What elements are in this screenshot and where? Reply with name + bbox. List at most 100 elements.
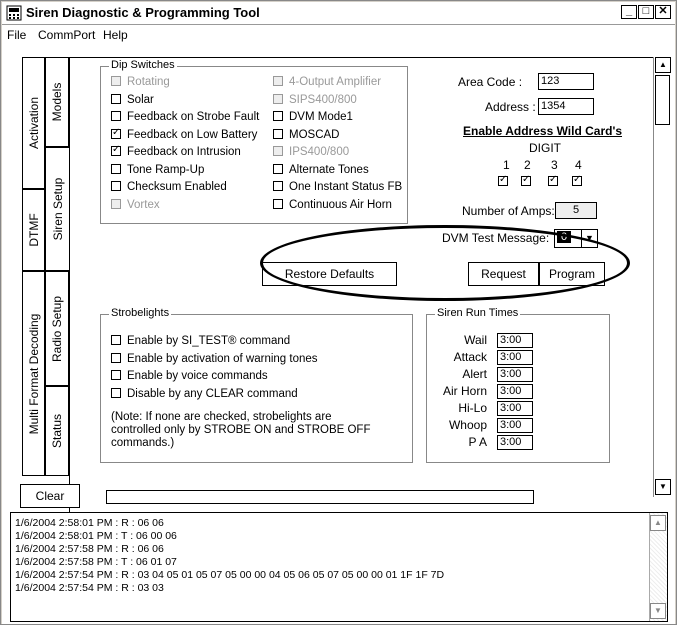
digit-4-label: 4 [575, 158, 582, 172]
dip-col2-checkbox-3[interactable]: MOSCAD [273, 128, 340, 141]
menu-help[interactable]: Help [103, 28, 128, 42]
area-code-label: Area Code : [458, 75, 523, 89]
clear-button[interactable]: Clear [20, 484, 80, 508]
dip-col1-checkbox-3[interactable]: Feedback on Low Battery [111, 127, 258, 141]
scroll-thumb[interactable] [655, 75, 670, 125]
dip-col2-checkbox-3-label: MOSCAD [289, 128, 340, 141]
dip-col2-checkbox-6[interactable]: One Instant Status FB [273, 181, 402, 193]
dip-col1-checkbox-7[interactable]: Vortex [111, 198, 160, 211]
runtime-label-4: Hi-Lo [458, 401, 487, 415]
dip-col2-checkbox-6-label: One Instant Status FB [289, 181, 403, 193]
dip-col2-checkbox-5[interactable]: Alternate Tones [273, 163, 369, 176]
dip-col1-checkbox-6-label: Checksum Enabled [127, 181, 227, 193]
dip-col2-checkbox-4[interactable]: IPS400/800 [273, 146, 349, 158]
program-button[interactable]: Program [539, 262, 605, 286]
chevron-down-icon[interactable]: ▼ [581, 230, 597, 247]
area-code-input[interactable]: 123 [538, 73, 594, 90]
strobe-checkbox-3-box [111, 387, 121, 398]
panel-scrollbar[interactable]: ▲ ▼ [653, 57, 671, 497]
dip-col1-checkbox-6[interactable]: Checksum Enabled [111, 181, 227, 193]
strobe-checkbox-2-box [111, 370, 121, 380]
log-line: 1/6/2004 2:57:54 PM : R : 03 04 05 01 05… [15, 569, 445, 581]
tab-radio-setup[interactable]: Radio Setup [45, 271, 69, 386]
dip-col1-checkbox-4-label: Feedback on Intrusion [127, 146, 241, 158]
dip-col2-checkbox-2-label: DVM Mode1 [289, 111, 353, 123]
digit-1-label: 1 [503, 158, 510, 172]
runtime-label-3: Air Horn [442, 384, 487, 398]
digit-2-label: 2 [524, 158, 531, 172]
menu-file[interactable]: File [7, 28, 26, 42]
log-scrollbar[interactable]: ▲ ▼ [649, 513, 667, 621]
tab-status[interactable]: Status [45, 386, 69, 476]
dip-switches-group: Dip Switches Rotating Solar Feedback on St… [100, 59, 408, 224]
runtime-input-2[interactable]: 3:00 [497, 367, 533, 382]
tab-dtmf[interactable]: DTMF [22, 189, 45, 271]
dip-col2-checkbox-0[interactable]: 4-Output Amplifier [273, 76, 381, 88]
dip-col1-checkbox-0-box [111, 76, 121, 86]
close-button[interactable]: ✕ [655, 5, 671, 19]
dip-col2-checkbox-2-box [273, 111, 283, 121]
wildcard-digit-1-checkbox[interactable] [498, 174, 514, 188]
log-scroll-up-icon[interactable]: ▲ [650, 515, 666, 531]
siren-run-times-group: Siren Run Times Wail 3:00 Attack 3:00 Alert 3… [426, 307, 610, 463]
dip-col2-checkbox-7-box [273, 198, 283, 209]
runtime-input-1[interactable]: 3:00 [497, 350, 533, 365]
num-amps-field: 5 [555, 202, 597, 219]
dip-col2-checkbox-0-label: 4-Output Amplifier [289, 76, 382, 88]
wildcard-digit-2-checkbox[interactable] [521, 174, 537, 188]
comm-log[interactable]: 1/6/2004 2:58:01 PM : R : 06 06 1/6/2004 … [10, 512, 668, 622]
tab-multi-format-decoding[interactable]: Multi Format Decoding [22, 271, 45, 476]
dip-col2-checkbox-4-box [273, 146, 283, 156]
scroll-up-icon[interactable]: ▲ [655, 57, 671, 73]
runtime-input-3[interactable]: 3:00 [497, 384, 533, 399]
log-line: 1/6/2004 2:57:54 PM : R : 03 03 [15, 582, 164, 594]
strobe-checkbox-2-label: Enable by voice commands [127, 370, 268, 382]
progress-bar [106, 490, 534, 504]
runtime-input-5[interactable]: 3:00 [497, 418, 533, 433]
dip-col2-checkbox-7[interactable]: Continuous Air Horn [273, 198, 392, 211]
dip-col2-checkbox-3-box [273, 128, 283, 139]
dip-col1-checkbox-5[interactable]: Tone Ramp-Up [111, 163, 204, 176]
runtime-label-1: Attack [453, 350, 487, 364]
dip-col2-checkbox-4-label: IPS400/800 [289, 146, 350, 158]
strobe-checkbox-1-box [111, 352, 121, 363]
dip-col1-checkbox-0[interactable]: Rotating [111, 76, 170, 88]
minimize-button[interactable]: _ [621, 5, 637, 19]
runtime-label-2: Alert [462, 367, 487, 381]
tab-models[interactable]: Models [45, 57, 69, 147]
address-input[interactable]: 1354 [538, 98, 594, 115]
dip-col2-checkbox-1[interactable]: SIPS400/800 [273, 93, 357, 106]
digit-label: DIGIT [529, 141, 561, 155]
wildcard-digit-4-checkbox[interactable] [572, 174, 588, 188]
log-line: 1/6/2004 2:58:01 PM : R : 06 06 [15, 517, 164, 529]
dip-col1-checkbox-3-label: Feedback on Low Battery [127, 128, 258, 141]
request-button[interactable]: Request [468, 262, 539, 286]
runtime-input-0[interactable]: 3:00 [497, 333, 533, 348]
siren-run-times-label: Siren Run Times [435, 307, 521, 319]
dip-col1-checkbox-5-box [111, 163, 121, 174]
dip-col1-checkbox-2-box [111, 111, 121, 121]
strobe-checkbox-2[interactable]: Enable by voice commands [111, 370, 268, 382]
runtime-input-4[interactable]: 3:00 [497, 401, 533, 416]
dip-col1-checkbox-1[interactable]: Solar [111, 93, 154, 106]
strobe-checkbox-1[interactable]: Enable by activation of warning tones [111, 352, 318, 365]
strobe-checkbox-3[interactable]: Disable by any CLEAR command [111, 387, 298, 400]
dvm-test-select[interactable]: 0 ▼ [554, 229, 598, 248]
wildcard-digit-3-checkbox[interactable] [548, 174, 564, 188]
strobe-note-line-1: (Note: If none are checked, strobelights… [111, 411, 332, 423]
dip-col1-checkbox-2[interactable]: Feedback on Strobe Fault [111, 111, 259, 123]
title-bar[interactable]: Siren Diagnostic & Programming Tool _ □ … [2, 2, 675, 25]
tab-siren-setup[interactable]: Siren Setup [45, 147, 70, 271]
strobelights-group: Strobelights (Note: If none are checked,… [100, 307, 413, 463]
dip-col1-checkbox-4[interactable]: Feedback on Intrusion [111, 144, 241, 158]
maximize-button[interactable]: □ [638, 5, 654, 19]
log-scroll-down-icon[interactable]: ▼ [650, 603, 666, 619]
tab-activation[interactable]: Activation [22, 57, 45, 189]
restore-defaults-button[interactable]: Restore Defaults [262, 262, 397, 286]
scroll-down-icon[interactable]: ▼ [655, 479, 671, 495]
dip-col1-checkbox-2-label: Feedback on Strobe Fault [127, 111, 260, 123]
menu-commport[interactable]: CommPort [38, 28, 95, 42]
strobe-checkbox-0[interactable]: Enable by SI_TEST® command [111, 335, 290, 347]
dip-col2-checkbox-2[interactable]: DVM Mode1 [273, 111, 353, 123]
runtime-input-6[interactable]: 3:00 [497, 435, 533, 450]
